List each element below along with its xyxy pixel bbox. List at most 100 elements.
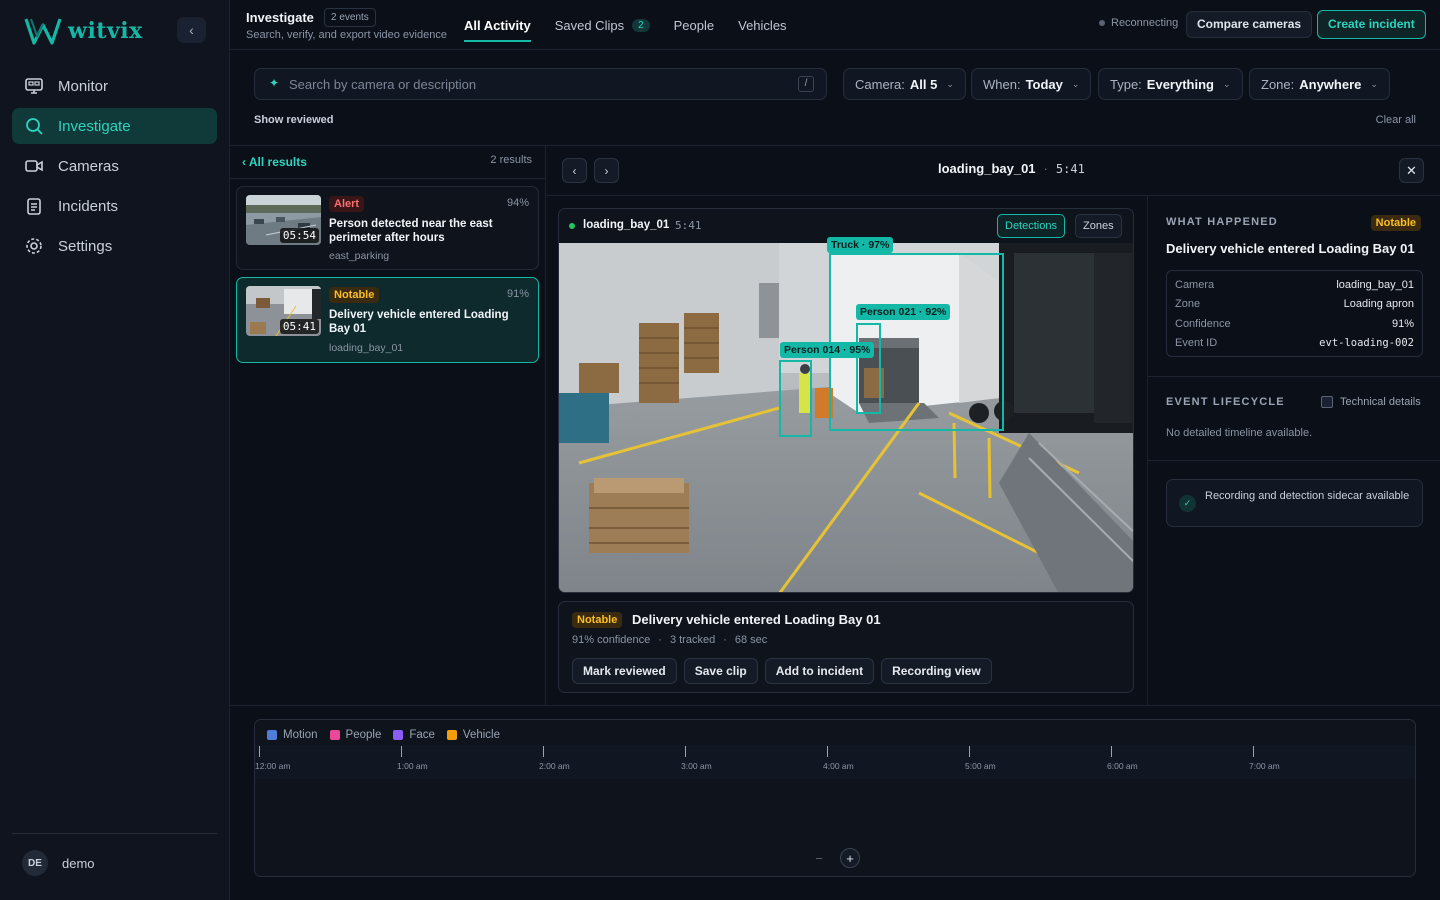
title-separator: · — [1043, 161, 1048, 176]
event-thumbnail: 05:54 — [246, 195, 321, 245]
summary-confidence: 91% confidence — [572, 634, 651, 646]
section-divider — [1148, 460, 1440, 461]
witvix-logo-icon — [24, 18, 62, 45]
when-filter-dropdown[interactable]: When: Today ⌄ — [971, 68, 1092, 100]
event-title: Delivery vehicle entered Loading Bay 01 — [329, 309, 509, 335]
recording-view-button[interactable]: Recording view — [881, 658, 992, 684]
filter-value: Anywhere — [1299, 76, 1362, 92]
legend-swatch — [329, 730, 340, 740]
previous-event-button[interactable]: ‹ — [562, 158, 587, 183]
legend-item-vehicle[interactable]: Vehicle — [446, 729, 500, 741]
detections-toggle[interactable]: Detections — [997, 214, 1065, 238]
collapse-sidebar-button[interactable]: ‹ — [177, 17, 206, 43]
brand-logo[interactable]: witvix — [24, 16, 143, 46]
thumbnail-timestamp: 05:41 — [279, 319, 319, 334]
detail-key: Event ID — [1175, 337, 1218, 350]
video-camera-icon — [25, 160, 43, 172]
event-thumbnail: 05:41 — [246, 286, 321, 336]
zones-toggle[interactable]: Zones — [1075, 214, 1122, 238]
video-frame[interactable]: Truck · 97% Person 021 · 92% Person 014 … — [559, 237, 1133, 592]
compare-cameras-button[interactable]: Compare cameras — [1186, 11, 1313, 38]
chevron-right-icon: › — [604, 163, 609, 178]
show-reviewed-toggle[interactable]: Show reviewed — [254, 114, 333, 126]
sidebar-item-cameras[interactable]: Cameras — [12, 148, 217, 184]
event-summary: Notable Delivery vehicle entered Loading… — [558, 601, 1134, 693]
legend-item-people[interactable]: People — [329, 729, 381, 741]
detail-key: Camera — [1175, 278, 1215, 291]
technical-details-checkbox[interactable] — [1321, 396, 1333, 408]
confidence-value: 91% — [506, 288, 529, 300]
detail-time: 5:41 — [1055, 161, 1085, 176]
technical-details-toggle[interactable]: Technical details — [1321, 396, 1421, 408]
detail-row-confidence: Confidence 91% — [1175, 314, 1414, 334]
top-bar: Investigate 2 events Search, verify, and… — [230, 0, 1440, 50]
zoom-out-button[interactable]: − — [809, 848, 829, 868]
check-icon: ✓ — [1179, 495, 1196, 512]
legend-swatch — [267, 730, 277, 740]
close-icon: ✕ — [1406, 162, 1417, 178]
search-input[interactable] — [289, 69, 789, 99]
filter-bar: ✦ / Camera: All 5 ⌄ When: Today ⌄ Type: … — [230, 50, 1440, 146]
severity-badge: Notable — [329, 287, 380, 303]
clear-all-filters-button[interactable]: Clear all — [1376, 114, 1416, 126]
timeline-tick — [259, 746, 260, 757]
no-timeline-message: No detailed timeline available. — [1166, 427, 1313, 439]
detection-box-person-021[interactable] — [856, 323, 881, 414]
meta-separator: · — [658, 634, 662, 646]
tab-saved-clips[interactable]: Saved Clips 2 — [555, 0, 650, 50]
summary-tracked: 3 tracked — [669, 634, 716, 646]
activity-timeline[interactable]: Motion People Face Vehicle 12:00 am 1:00 … — [254, 719, 1416, 877]
zoom-in-button[interactable]: + — [840, 848, 860, 868]
zone-filter-dropdown[interactable]: Zone: Anywhere ⌄ — [1249, 68, 1390, 100]
close-detail-button[interactable]: ✕ — [1399, 158, 1424, 183]
detection-label-person-021: Person 021 · 92% — [856, 304, 951, 320]
detail-key: Zone — [1175, 298, 1201, 311]
result-card-selected[interactable]: 05:41 Notable 91% Delivery vehicle enter… — [236, 277, 539, 363]
detail-row-zone: Zone Loading apron — [1175, 295, 1414, 315]
tab-label: Vehicles — [738, 17, 787, 33]
chevron-down-icon: ⌄ — [946, 78, 954, 89]
detail-key: Confidence — [1175, 317, 1231, 330]
all-results-link[interactable]: ‹ All results — [242, 155, 307, 169]
detail-title: loading_bay_01 · 5:41 — [938, 161, 1085, 176]
sidebar: witvix ‹ Monitor Investigate Cameras Inc… — [0, 0, 230, 900]
detail-row-event-id: Event ID evt-loading-002 — [1175, 334, 1414, 354]
event-title: Person detected near the east perimeter … — [329, 218, 493, 244]
tab-bar: All Activity Saved Clips 2 People Vehicle… — [464, 0, 811, 50]
legend-item-face[interactable]: Face — [393, 729, 435, 741]
timeline-tick-label: 5:00 am — [965, 761, 996, 771]
event-camera: loading_bay_01 — [329, 342, 404, 354]
timeline-tick — [827, 746, 828, 757]
user-menu[interactable]: DE demo — [12, 833, 217, 876]
save-clip-button[interactable]: Save clip — [683, 658, 758, 684]
add-to-incident-button[interactable]: Add to incident — [764, 658, 875, 684]
sidebar-item-investigate[interactable]: Investigate — [12, 108, 217, 144]
camera-filter-dropdown[interactable]: Camera: All 5 ⌄ — [843, 68, 966, 100]
mark-reviewed-button[interactable]: Mark reviewed — [572, 658, 677, 684]
create-incident-button[interactable]: Create incident — [1317, 10, 1426, 39]
tab-people[interactable]: People — [674, 0, 714, 50]
detail-value: Loading apron — [1343, 298, 1414, 311]
detection-box-person-014[interactable] — [779, 360, 812, 437]
result-card[interactable]: 05:54 Alert 94% Person detected near the… — [236, 186, 539, 270]
tab-vehicles[interactable]: Vehicles — [738, 0, 786, 50]
timeline-tick-label: 1:00 am — [397, 761, 428, 771]
next-event-button[interactable]: › — [594, 158, 619, 183]
type-filter-dropdown[interactable]: Type: Everything ⌄ — [1098, 68, 1243, 100]
what-happened-heading: WHAT HAPPENED — [1166, 216, 1278, 228]
summary-duration: 68 sec — [734, 634, 768, 646]
timeline-tick — [969, 746, 970, 757]
sidebar-item-label: Incidents — [58, 197, 119, 215]
sidebar-item-label: Investigate — [58, 117, 131, 135]
detail-header: ‹ › loading_bay_01 · 5:41 ✕ — [546, 146, 1440, 196]
sidebar-item-settings[interactable]: Settings — [12, 228, 217, 264]
sidebar-item-incidents[interactable]: Incidents — [12, 188, 217, 224]
sidebar-item-label: Settings — [58, 237, 113, 255]
event-lifecycle-heading: EVENT LIFECYCLE — [1166, 396, 1285, 408]
section-divider — [1148, 376, 1440, 377]
sidebar-item-monitor[interactable]: Monitor — [12, 68, 217, 104]
tab-all-activity[interactable]: All Activity — [464, 0, 531, 50]
legend-item-motion[interactable]: Motion — [267, 729, 318, 741]
timeline-tick — [685, 746, 686, 757]
thumbnail-timestamp: 05:54 — [279, 228, 319, 243]
